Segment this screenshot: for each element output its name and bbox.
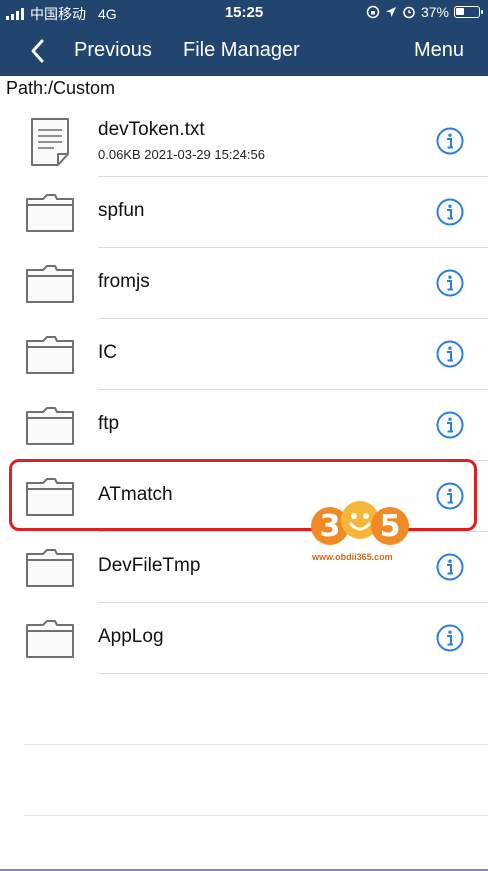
svg-text:3: 3 (320, 509, 341, 544)
file-row-fromjs[interactable]: fromjs (0, 248, 488, 319)
current-path: Path:/Custom (6, 78, 116, 98)
folder-icon (24, 613, 76, 665)
folder-icon (24, 400, 76, 452)
info-icon[interactable] (436, 340, 464, 368)
file-row-devfiletmp[interactable]: DevFileTmp (0, 532, 488, 603)
watermark-logo-icon: 3 5 (311, 501, 409, 545)
navigation-bar: Previous File Manager Menu (0, 26, 488, 76)
folder-icon (24, 187, 76, 239)
file-meta: 0.06KB 2021-03-29 15:24:56 (98, 147, 265, 162)
file-row-spfun[interactable]: spfun (0, 177, 488, 248)
info-icon[interactable] (436, 553, 464, 581)
file-name: fromjs (98, 271, 150, 292)
svg-text:5: 5 (380, 509, 401, 544)
file-row-ic[interactable]: IC (0, 319, 488, 390)
page-title: File Manager (183, 39, 300, 61)
file-row-ftp[interactable]: ftp (0, 390, 488, 461)
folder-icon (24, 329, 76, 381)
file-name: IC (98, 342, 117, 363)
file-name: AppLog (98, 626, 164, 647)
folder-icon (24, 258, 76, 310)
folder-icon (24, 542, 76, 594)
menu-button[interactable]: Menu (414, 39, 464, 62)
file-row-applog[interactable]: AppLog (0, 603, 488, 674)
file-name: devToken.txt (98, 119, 205, 140)
info-icon[interactable] (436, 624, 464, 652)
info-icon[interactable] (436, 411, 464, 439)
empty-row (0, 674, 488, 745)
file-name: DevFileTmp (98, 555, 201, 576)
info-icon[interactable] (436, 269, 464, 297)
info-icon[interactable] (436, 198, 464, 226)
previous-button[interactable]: Previous (74, 39, 152, 62)
empty-row (0, 745, 488, 816)
file-row-devtoken-txt[interactable]: devToken.txt 0.06KB 2021-03-29 15:24:56 (0, 106, 488, 177)
alarm-icon (403, 6, 415, 19)
back-chevron-icon[interactable] (26, 38, 52, 64)
screen-lock-icon (366, 5, 380, 19)
file-name: ftp (98, 413, 120, 434)
info-icon[interactable] (436, 127, 464, 155)
location-icon (385, 7, 396, 17)
file-icon (24, 116, 76, 168)
row-divider (24, 815, 488, 816)
file-name: spfun (98, 200, 145, 221)
watermark-logo: 3 5 www.obdii365.com (308, 492, 412, 564)
battery-percent: 37% (420, 4, 449, 20)
status-bar: 中国移动 4G 15:25 37% (0, 0, 488, 26)
app-header: 中国移动 4G 15:25 37% Previous File Manager (0, 0, 488, 76)
battery-icon (454, 6, 483, 18)
watermark-url: www.obdii365.com (312, 552, 393, 562)
